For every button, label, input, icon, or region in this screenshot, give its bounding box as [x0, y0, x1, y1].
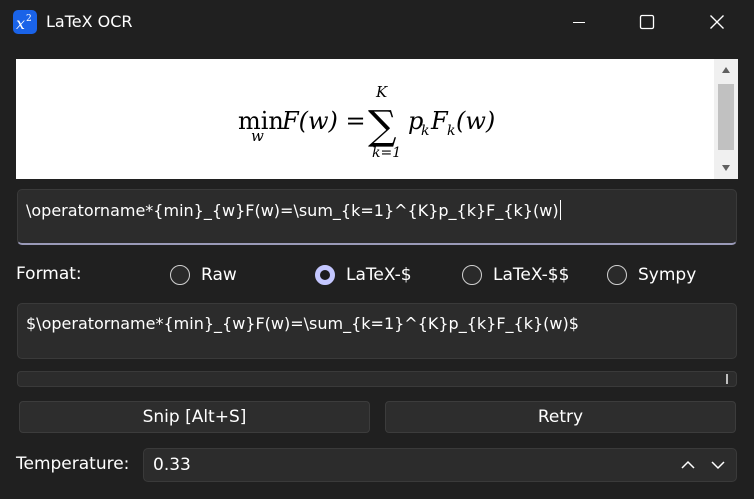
- radio-label: LaTeX-$: [346, 265, 412, 285]
- formatted-output-text: $\operatorname*{min}_{w}F(w)=\sum_{k=1}^…: [26, 314, 579, 333]
- format-radio-raw[interactable]: Raw: [170, 262, 237, 288]
- radio-label: Raw: [201, 265, 237, 285]
- progress-bar: [17, 371, 737, 387]
- radio-button[interactable]: [607, 265, 627, 285]
- radio-button[interactable]: [170, 265, 190, 285]
- text-caret: [559, 200, 561, 220]
- x-squared-icon: x 2: [13, 10, 37, 34]
- radio-button[interactable]: [462, 265, 482, 285]
- formula-min-sub: w: [251, 127, 264, 145]
- svg-text:x: x: [16, 14, 25, 33]
- maximize-icon: [639, 14, 655, 30]
- rendered-formula: min w F(w) = K ∑ k=1 p k F k (w): [238, 83, 495, 161]
- temperature-label: Temperature:: [16, 454, 130, 474]
- formula-p-sub: k: [421, 123, 429, 139]
- app-window: x 2 LaTeX OCR min w F(w) = K ∑ k=1 p k F…: [0, 0, 754, 499]
- progress-indicator: [726, 374, 728, 384]
- retry-button[interactable]: Retry: [385, 401, 736, 433]
- formula-sum-upper: K: [375, 83, 388, 101]
- radio-label: LaTeX-$$: [493, 265, 570, 285]
- chevron-down-icon[interactable]: [710, 459, 726, 471]
- formula-f-sub: k: [447, 123, 455, 139]
- close-icon: [710, 15, 724, 29]
- format-radio-latex-double-dollar[interactable]: LaTeX-$$: [462, 262, 569, 288]
- format-radio-sympy[interactable]: Sympy: [607, 262, 696, 288]
- latex-input[interactable]: \operatorname*{min}_{w}F(w)=\sum_{k=1}^{…: [17, 189, 737, 245]
- close-button[interactable]: [682, 0, 752, 44]
- snip-button[interactable]: Snip [Alt+S]: [19, 401, 370, 433]
- chevron-up-icon[interactable]: [680, 459, 696, 471]
- title-bar[interactable]: x 2 LaTeX OCR: [0, 0, 754, 44]
- formatted-output[interactable]: $\operatorname*{min}_{w}F(w)=\sum_{k=1}^…: [17, 303, 737, 359]
- formula-preview: min w F(w) = K ∑ k=1 p k F k (w): [16, 59, 738, 179]
- formula-sigma: ∑: [368, 103, 397, 149]
- minimize-button[interactable]: [544, 0, 614, 44]
- temperature-value: 0.33: [153, 455, 191, 475]
- minimize-icon: [573, 22, 585, 23]
- scroll-up-arrow-icon[interactable]: [720, 65, 732, 75]
- preview-scrollbar[interactable]: [714, 59, 738, 179]
- radio-label: Sympy: [638, 265, 697, 285]
- scroll-down-arrow-icon[interactable]: [720, 163, 732, 173]
- formula-end: (w): [456, 107, 495, 135]
- maximize-button[interactable]: [612, 0, 682, 44]
- format-radio-latex-dollar[interactable]: LaTeX-$: [315, 262, 412, 288]
- latex-input-text: \operatorname*{min}_{w}F(w)=\sum_{k=1}^{…: [26, 201, 559, 220]
- formula-sum-lower: k=1: [372, 145, 401, 161]
- formula-lhs: F(w) =: [281, 107, 366, 135]
- temperature-spinbox[interactable]: 0.33: [143, 448, 737, 482]
- radio-button-checked[interactable]: [315, 265, 335, 285]
- svg-text:2: 2: [26, 14, 32, 24]
- format-label: Format:: [16, 264, 82, 284]
- scroll-thumb[interactable]: [718, 84, 734, 150]
- window-title: LaTeX OCR: [46, 12, 133, 31]
